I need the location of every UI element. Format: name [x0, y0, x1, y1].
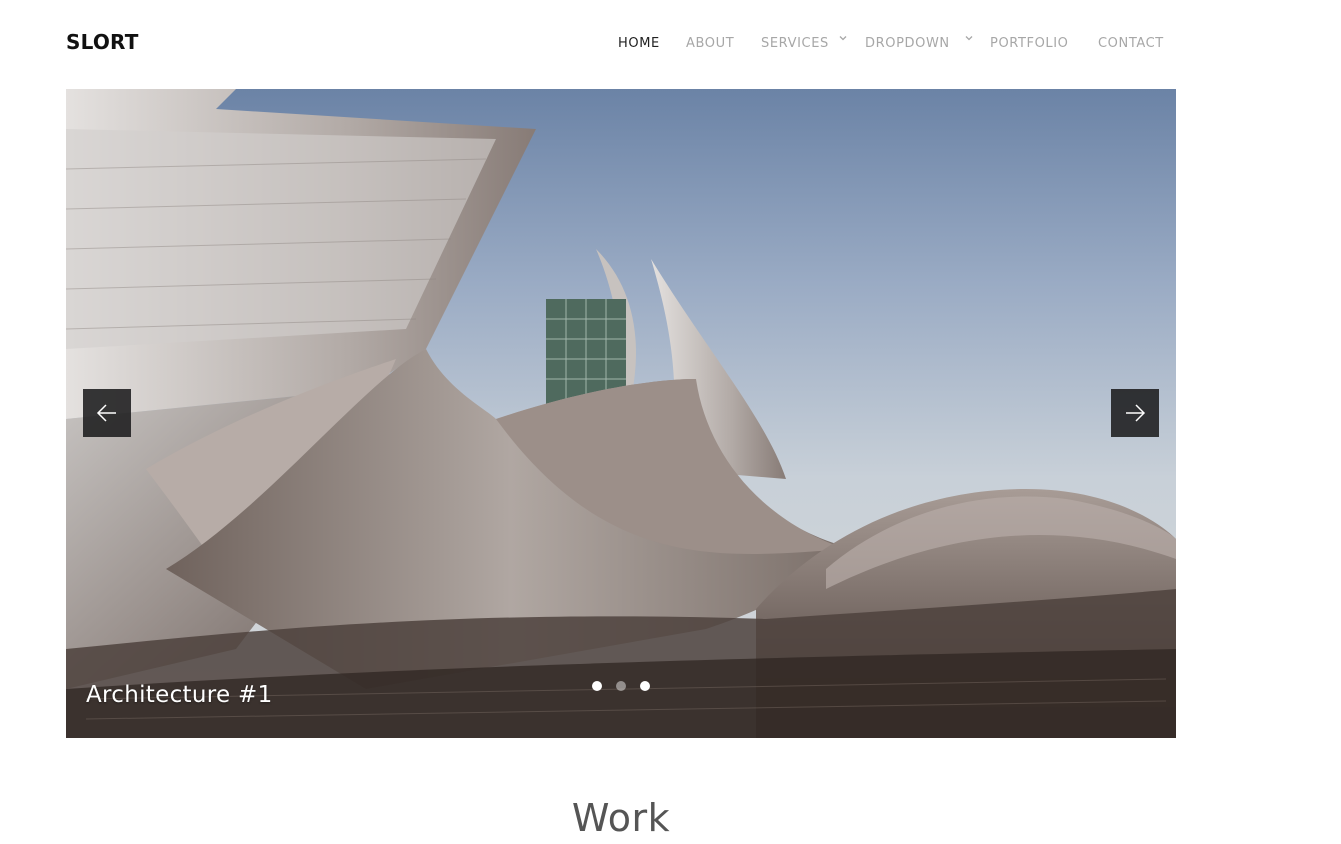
nav-item-services[interactable]: SERVICES — [761, 36, 829, 51]
nav-item-contact[interactable]: CONTACT — [1098, 36, 1164, 51]
nav-item-dropdown[interactable]: DROPDOWN — [865, 36, 950, 51]
logo[interactable]: SLORT — [66, 30, 139, 54]
chevron-down-icon[interactable] — [839, 34, 847, 42]
slider-prev-button[interactable] — [83, 389, 131, 437]
slide-caption: Architecture #1 — [86, 682, 273, 708]
nav-item-home[interactable]: HOME — [618, 36, 660, 51]
chevron-down-icon[interactable] — [965, 34, 973, 42]
hero-slider[interactable]: Architecture #1 — [66, 89, 1176, 738]
slider-dot-3[interactable] — [640, 681, 650, 691]
nav-item-portfolio[interactable]: PORTFOLIO — [990, 36, 1069, 51]
slider-dot-2[interactable] — [616, 681, 626, 691]
slider-dot-1[interactable] — [592, 681, 602, 691]
section-title: Work — [571, 796, 671, 840]
nav-item-about[interactable]: ABOUT — [686, 36, 734, 51]
arrow-left-icon — [96, 404, 116, 422]
slider-next-button[interactable] — [1111, 389, 1159, 437]
slide-image — [66, 89, 1176, 738]
arrow-right-icon — [1126, 404, 1146, 422]
page: SLORT HOME ABOUT SERVICES DROPDOWN PORTF… — [0, 0, 1341, 844]
